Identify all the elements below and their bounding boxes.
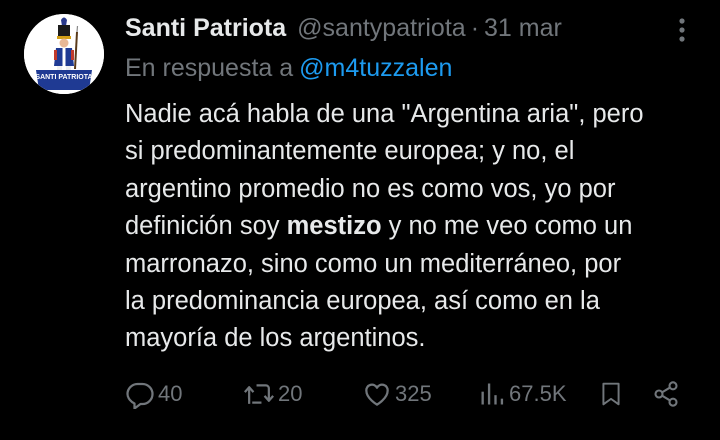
action-bar: 40 20 325 67.5K [0,374,720,414]
views-button[interactable]: 67.5K [478,374,567,414]
body-line: marronazo, sino como un mediterráneo, po… [125,249,622,278]
body-line: la predominancia europea, así como en la [125,287,600,316]
body-line: mayoría de los argentinos. [125,324,426,353]
body-line: Nadie acá habla de una "Argentina aria",… [125,100,644,128]
reply-button[interactable]: 40 [125,374,182,414]
bookmark-icon [602,382,620,406]
body-text-segment: y no me veo como un [381,212,633,241]
soldier-avatar-icon: SANTI PATRIOTA [24,14,104,94]
like-icon [365,383,389,406]
more-icon[interactable] [670,16,694,44]
avatar[interactable]: SANTI PATRIOTA [24,14,104,94]
views-icon [481,383,504,405]
repost-button[interactable]: 20 [243,374,302,414]
share-button[interactable] [652,374,683,414]
body-line: argentino promedio no es como vos, yo po… [125,174,616,203]
like-count: 325 [395,381,432,406]
tweet-header: Santi Patriota @santypatriota · 31 mar [125,12,562,44]
views-count: 67.5K [509,381,567,406]
tweet-body: Nadie acá habla de una "Argentina aria",… [125,96,705,358]
body-line: si predominantemente europea; y no, el [125,137,575,166]
body-text-segment: definición soy [125,212,287,241]
repost-icon [244,384,274,404]
like-button[interactable]: 325 [362,374,432,414]
body-line: definición soy mestizo y no me veo como … [125,208,705,245]
bookmark-button[interactable] [598,374,627,414]
reply-mention-link[interactable]: @m4tuzzalen [299,54,452,82]
reply-icon [126,382,154,409]
body-bold-word: mestizo [286,212,382,241]
tweet[interactable]: SANTI PATRIOTA Santi Patriota @santypatr… [0,0,720,440]
repost-count: 20 [278,381,303,406]
share-icon [654,381,678,407]
reply-label: En respuesta a [125,54,294,82]
avatar-text: SANTI PATRIOTA [35,74,92,81]
author-name[interactable]: Santi Patriota [125,14,286,43]
separator-dot: · [470,13,480,42]
tweet-date[interactable]: 31 mar [484,14,562,43]
reply-context: En respuesta a @m4tuzzalen [125,54,452,83]
reply-count: 40 [158,381,183,406]
author-handle[interactable]: @santypatriota [297,14,466,43]
